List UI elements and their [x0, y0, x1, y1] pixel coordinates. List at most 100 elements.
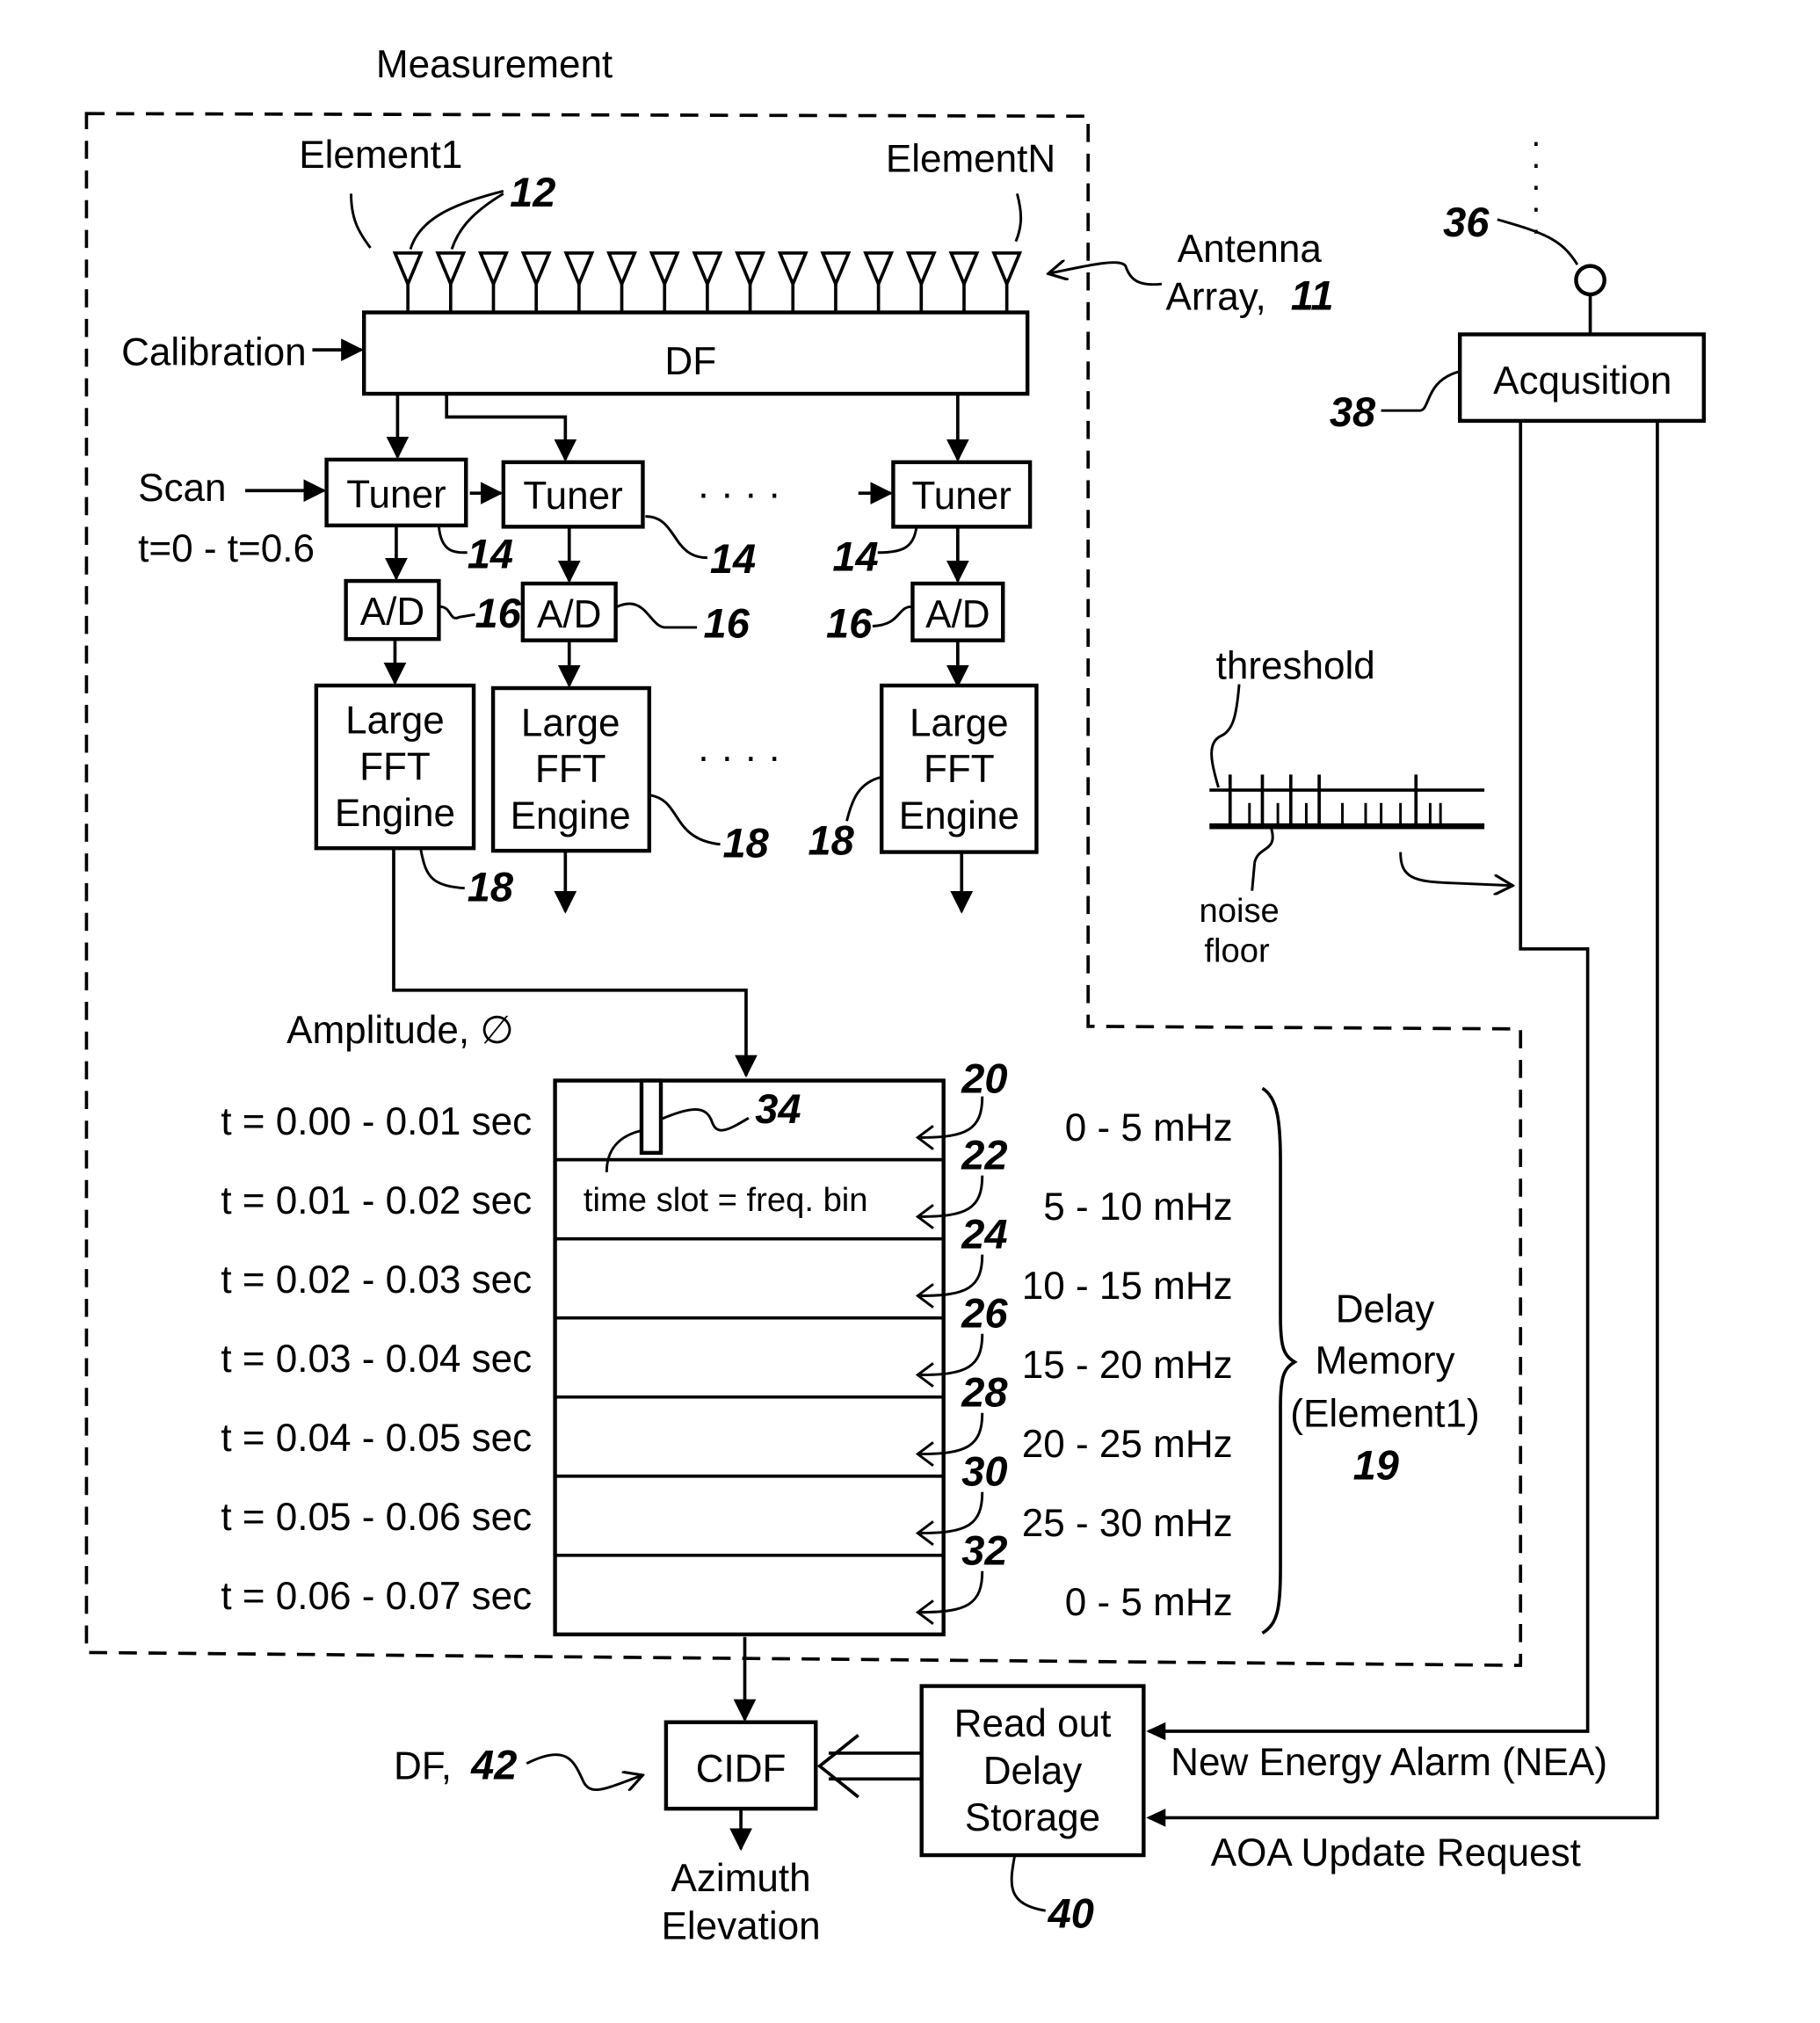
scan-label: Scan — [138, 467, 226, 510]
memory-row-freq: 25 - 30 mHz — [1022, 1502, 1233, 1545]
nea-arrowhead — [1146, 1722, 1166, 1741]
tuner-n-ref: 14 — [832, 533, 878, 579]
fft-n-line1: Large — [910, 701, 1009, 744]
memory-row-time: t = 0.00 - 0.01 sec — [221, 1100, 532, 1143]
ad-n-ref: 16 — [826, 600, 873, 647]
memory-row-freq: 20 - 25 mHz — [1022, 1423, 1233, 1466]
fft-1-line1: Large — [345, 699, 445, 742]
antenna-element-icon — [905, 251, 937, 314]
memory-row-ref: 30 — [961, 1448, 1007, 1495]
readout-line3: Storage — [965, 1796, 1100, 1839]
memory-row-freq: 0 - 5 mHz — [1065, 1106, 1233, 1149]
tuner-2-ref: 14 — [710, 535, 756, 582]
tuner-2-ref-leader — [645, 515, 707, 560]
antenna-element-icon — [478, 251, 509, 314]
antenna-element-icon — [563, 251, 595, 314]
fft-n-line3: Engine — [899, 794, 1019, 837]
acquisition-ref: 38 — [1330, 388, 1376, 435]
antenna-ref-leader-1 — [409, 189, 504, 250]
fft-n-line2: FFT — [924, 748, 995, 791]
tuner-n-ref-leader — [877, 526, 918, 555]
cidf-label: CIDF — [696, 1747, 787, 1790]
fft-2-line3: Engine — [511, 794, 631, 837]
memory-row-ref: 20 — [961, 1055, 1007, 1101]
ad-1-ref-leader — [439, 605, 475, 620]
delay-memory-label-line1: Delay — [1336, 1287, 1435, 1331]
memory-row-time: t = 0.04 - 0.05 sec — [221, 1417, 532, 1460]
time-slot-marker — [639, 1078, 663, 1156]
tuner-n-label: Tuner — [912, 475, 1012, 518]
cidf-df-pointer — [526, 1753, 642, 1790]
memory-row-freq: 15 - 20 mHz — [1022, 1344, 1233, 1387]
memory-row-time: t = 0.03 - 0.04 sec — [221, 1338, 532, 1381]
ad-n-ref-leader — [872, 605, 912, 627]
ad-n-label: A/D — [925, 593, 990, 636]
threshold-leader — [1210, 684, 1241, 788]
antenna-array-label-line1: Antenna — [1178, 228, 1323, 271]
ad-1-label: A/D — [360, 591, 424, 634]
antenna-array-label-line2: Array, — [1166, 276, 1266, 319]
tuner-ellipsis: · · · · — [697, 472, 780, 515]
cidf-output-line2: Elevation — [661, 1905, 820, 1948]
fft-n-ref-leader — [845, 775, 882, 822]
acquisition-antenna-ref: 36 — [1443, 199, 1490, 245]
fft-1-ref-leader — [419, 849, 465, 890]
fft-1-ref: 18 — [468, 863, 514, 910]
memory-row-time: t = 0.06 - 0.07 sec — [221, 1575, 532, 1618]
fft-2-line2: FFT — [535, 748, 606, 791]
threshold-to-acquisition-arrow — [1399, 852, 1513, 886]
memory-row-ref: 24 — [961, 1210, 1007, 1257]
antenna-element-icon — [777, 251, 808, 314]
readout-ref: 40 — [1048, 1889, 1094, 1936]
antenna-element-icon — [863, 251, 895, 314]
antenna-element-icon — [991, 251, 1023, 314]
ad-2-ref: 16 — [703, 600, 750, 647]
fft-2-ref: 18 — [723, 819, 770, 866]
fft-2-ref-leader — [649, 794, 721, 846]
threshold-label: threshold — [1216, 645, 1375, 688]
antenna-element-icon — [520, 251, 552, 314]
block-diagram: Measurement Element1 ElementN 12 Antenna… — [84, 43, 1707, 1948]
fft-n-ref: 18 — [808, 817, 854, 864]
acquisition-antenna-icon — [1574, 264, 1606, 297]
memory-row-freq: 10 - 15 mHz — [1022, 1265, 1233, 1308]
df-to-tuner-2 — [445, 394, 577, 462]
delay-memory-label-line2: Memory — [1315, 1339, 1454, 1382]
memory-row-time: t = 0.01 - 0.02 sec — [221, 1179, 532, 1222]
antenna-element-icon — [735, 251, 766, 314]
fft-2-line1: Large — [521, 701, 620, 744]
element-last-label: ElementN — [886, 137, 1055, 180]
acquisition-label: Acqusition — [1493, 359, 1671, 402]
fft-1-line2: FFT — [359, 745, 431, 788]
element-first-label: Element1 — [299, 134, 462, 177]
delay-memory-label-line3: (Element1) — [1290, 1392, 1479, 1435]
memory-row-time: t = 0.02 - 0.03 sec — [221, 1258, 532, 1302]
antenna-element-icon — [649, 251, 680, 314]
noise-floor-label-line2: floor — [1204, 932, 1270, 969]
tuner-1-ref-leader — [437, 526, 468, 555]
tuner-2-label: Tuner — [523, 475, 622, 518]
readout-line1: Read out — [954, 1702, 1112, 1745]
memory-row-ref: 28 — [961, 1369, 1008, 1416]
readout-to-cidf-arrowhead — [816, 1733, 859, 1799]
antenna-element-icon — [606, 251, 637, 314]
scan-range-label: t=0 - t=0.6 — [138, 527, 315, 570]
acquisition-antenna-leader — [1497, 218, 1579, 265]
memory-row-freq: 0 - 5 mHz — [1065, 1581, 1233, 1624]
fft-ellipsis: · · · · — [697, 736, 780, 779]
antenna-ref-leader-2 — [450, 192, 504, 250]
df-block-label: DF — [664, 340, 716, 383]
ad-1-ref: 16 — [475, 590, 522, 636]
antenna-array — [392, 251, 1023, 314]
nea-label: New Energy Alarm (NEA) — [1171, 1741, 1607, 1784]
memory-row-freq: 5 - 10 mHz — [1043, 1186, 1232, 1229]
noise-floor-label-line1: noise — [1200, 892, 1280, 930]
measurement-title: Measurement — [376, 43, 613, 86]
antenna-element-icon — [692, 251, 723, 314]
acquisition-ref-leader — [1381, 370, 1460, 412]
antenna-element-ref: 12 — [510, 169, 555, 215]
cidf-output-line1: Azimuth — [671, 1857, 811, 1900]
memory-row-ref: 32 — [961, 1527, 1007, 1574]
time-slot-note: time slot = freq. bin — [584, 1181, 868, 1219]
memory-row-ref: 26 — [961, 1289, 1008, 1336]
